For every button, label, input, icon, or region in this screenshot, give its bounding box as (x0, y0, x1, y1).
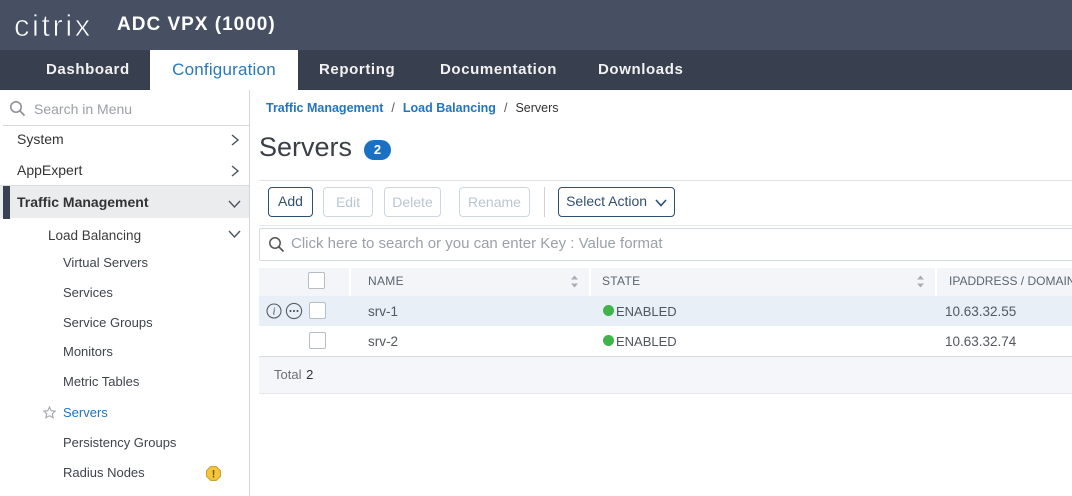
svg-text:i: i (273, 307, 276, 318)
svg-text:!: ! (212, 468, 216, 480)
